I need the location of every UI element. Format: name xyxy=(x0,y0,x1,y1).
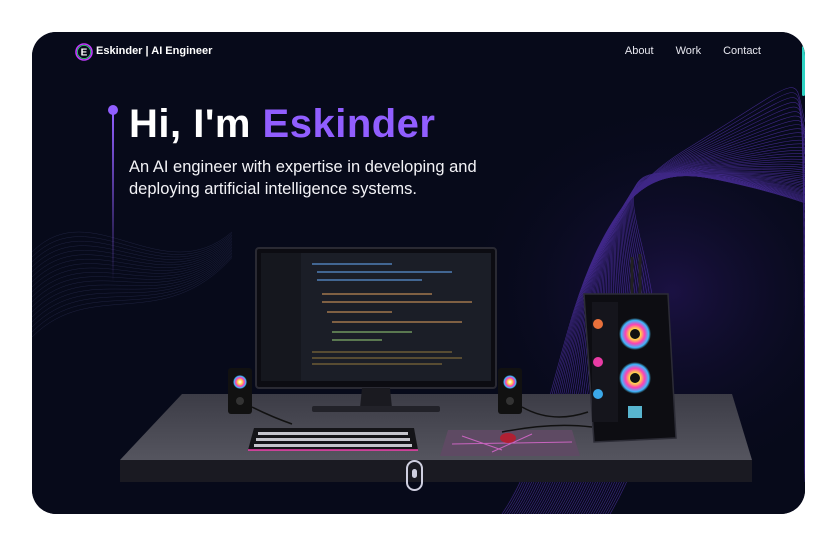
desk-setup-3d-scene xyxy=(120,247,752,482)
speaker-left xyxy=(228,368,252,414)
scroll-dot xyxy=(412,469,417,478)
mouse-pad xyxy=(440,430,580,456)
monitor xyxy=(255,247,497,412)
hero-section: E Eskinder | AI Engineer About Work Cont… xyxy=(32,32,805,514)
scroll-down-icon[interactable] xyxy=(406,460,423,491)
keyboard xyxy=(248,428,418,451)
pc-tower xyxy=(583,254,677,443)
speaker-right xyxy=(498,368,522,414)
